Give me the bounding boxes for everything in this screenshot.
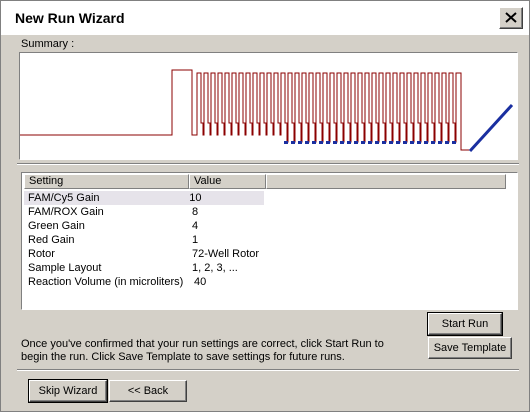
- column-header-value[interactable]: Value: [189, 174, 266, 189]
- divider: [17, 369, 519, 371]
- table-row[interactable]: FAM/Cy5 Gain 10: [24, 191, 264, 205]
- acquisition-markers: [284, 141, 456, 144]
- temperature-trace: [20, 69, 470, 151]
- title-bar: New Run Wizard: [1, 1, 529, 35]
- window-title: New Run Wizard: [15, 10, 125, 26]
- column-header-setting[interactable]: Setting: [24, 174, 189, 189]
- setting-value: 4: [192, 220, 199, 232]
- start-run-button[interactable]: Start Run: [427, 312, 503, 336]
- settings-list[interactable]: Setting Value FAM/Cy5 Gain 10 FAM/ROX Ga…: [21, 172, 518, 310]
- skip-wizard-button[interactable]: Skip Wizard: [28, 379, 108, 403]
- column-header-filler: [266, 174, 506, 189]
- setting-value: 1, 2, 3, ...: [192, 262, 238, 274]
- setting-value: 1: [192, 234, 199, 246]
- setting-value: 72-Well Rotor: [192, 248, 260, 260]
- melt-ramp: [468, 103, 514, 153]
- setting-name: Green Gain: [28, 220, 85, 232]
- back-button[interactable]: << Back: [109, 380, 187, 402]
- table-row[interactable]: Sample Layout 1, 2, 3, ...: [24, 261, 268, 275]
- setting-name: Sample Layout: [28, 262, 102, 274]
- table-row[interactable]: Red Gain 1: [24, 233, 268, 247]
- setting-name: FAM/ROX Gain: [28, 206, 104, 218]
- table-row[interactable]: Rotor 72-Well Rotor: [24, 247, 268, 261]
- table-row[interactable]: Reaction Volume (in microliters) 40: [24, 275, 270, 289]
- save-template-button[interactable]: Save Template: [428, 337, 512, 359]
- setting-name: FAM/Cy5 Gain: [28, 192, 100, 204]
- table-row[interactable]: FAM/ROX Gain 8: [24, 205, 268, 219]
- setting-name: Red Gain: [28, 234, 75, 246]
- setting-value: 10: [189, 192, 202, 204]
- instructions-text: Once you've confirmed that your run sett…: [21, 338, 384, 363]
- summary-label: Summary :: [21, 38, 75, 50]
- divider: [17, 163, 519, 165]
- setting-name: Rotor: [28, 248, 55, 260]
- list-header: Setting Value: [24, 174, 506, 189]
- table-row[interactable]: Green Gain 4: [24, 219, 268, 233]
- new-run-wizard-window: New Run Wizard Summary : Setting Value F…: [0, 0, 530, 412]
- close-button[interactable]: [499, 7, 523, 29]
- setting-name: Reaction Volume (in microliters): [28, 276, 184, 288]
- run-profile-summary: [19, 52, 518, 160]
- close-icon: [505, 12, 517, 23]
- setting-value: 40: [194, 276, 207, 288]
- temperature-profile-graph: [20, 69, 514, 153]
- setting-value: 8: [192, 206, 199, 218]
